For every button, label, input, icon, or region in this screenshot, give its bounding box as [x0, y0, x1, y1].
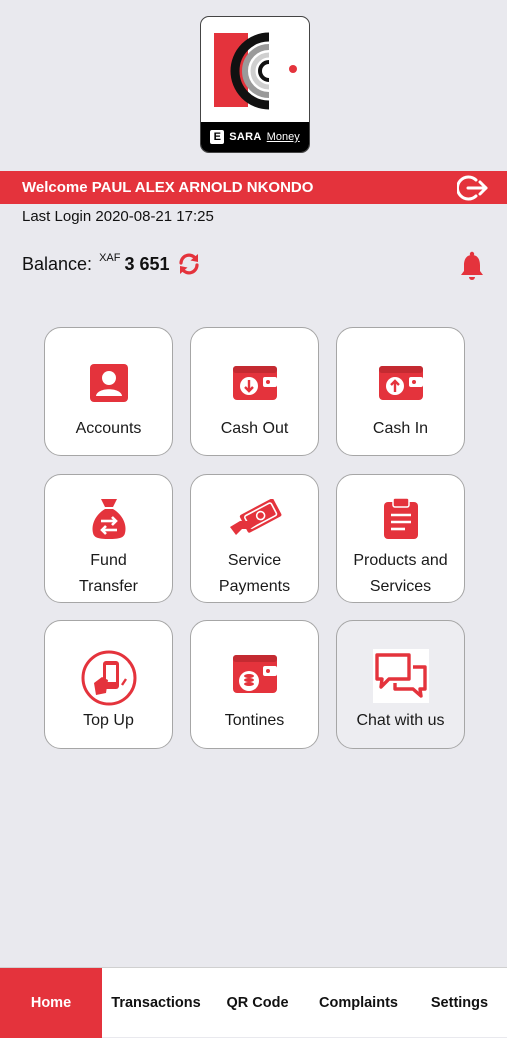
wallet-coins-icon — [232, 655, 277, 693]
welcome-bar: Welcome PAUL ALEX ARNOLD NKONDO — [0, 171, 507, 204]
tile-tontines[interactable]: Tontines — [190, 620, 319, 749]
tile-label: Chat with us — [356, 712, 445, 729]
bottom-nav: Home Transactions QR Code Complaints Set… — [0, 967, 507, 1038]
tile-products-and-services[interactable]: Products and Services — [336, 474, 465, 603]
account-card-icon — [89, 364, 128, 402]
tile-label-line2: Services — [369, 578, 432, 595]
wallet-down-icon — [232, 366, 277, 400]
balance-row: Balance: XAF 3 651 — [22, 252, 201, 276]
clipboard-icon — [383, 497, 418, 539]
hand-cash-icon — [229, 499, 281, 535]
balance-amount: 3 651 — [124, 253, 170, 274]
tile-label-line1: Service — [227, 552, 282, 569]
sara-logo-icon — [214, 32, 297, 110]
tile-cash-in[interactable]: Cash In — [336, 327, 465, 456]
money-bag-transfer-icon — [92, 499, 125, 539]
logout-icon — [456, 175, 488, 201]
app-logo: E SARA Money — [200, 16, 310, 153]
welcome-text: Welcome PAUL ALEX ARNOLD NKONDO — [22, 179, 314, 196]
tile-label-line2: Transfer — [79, 578, 138, 595]
tile-label: Cash Out — [220, 420, 289, 437]
tile-top-up[interactable]: Top Up — [44, 620, 173, 749]
balance-label: Balance: — [22, 253, 93, 274]
tile-cash-out[interactable]: Cash Out — [190, 327, 319, 456]
brand-name-light: Money — [266, 131, 300, 143]
brand-name-bold: SARA — [229, 131, 262, 143]
chat-bubbles-icon — [372, 649, 429, 703]
nav-complaints[interactable]: Complaints — [307, 968, 410, 1038]
tile-label-line1: Fund — [90, 552, 127, 569]
tile-chat-with-us[interactable]: Chat with us — [336, 620, 465, 749]
nav-home[interactable]: Home — [0, 968, 102, 1038]
balance-currency: XAF — [99, 252, 121, 264]
phone-topup-icon — [81, 650, 136, 706]
tile-label: Cash In — [372, 420, 429, 437]
tile-label: Accounts — [75, 420, 142, 437]
last-login-text: Last Login 2020-08-21 17:25 — [22, 208, 214, 225]
tile-accounts[interactable]: Accounts — [44, 327, 173, 456]
refresh-balance-button[interactable] — [177, 252, 201, 276]
tile-label: Top Up — [83, 712, 134, 729]
nav-transactions[interactable]: Transactions — [104, 968, 208, 1038]
logo-band: E SARA Money — [201, 122, 309, 152]
nav-qr-code[interactable]: QR Code — [210, 968, 305, 1038]
refresh-icon — [178, 253, 199, 275]
tile-label-line1: Products and — [353, 552, 448, 569]
tile-label-line2: Payments — [218, 578, 291, 595]
tile-label: Tontines — [224, 712, 285, 729]
notifications-button[interactable] — [459, 251, 485, 281]
tile-fund-transfer[interactable]: Fund Transfer — [44, 474, 173, 603]
tile-service-payments[interactable]: Service Payments — [190, 474, 319, 603]
wallet-up-icon — [378, 366, 423, 400]
nav-settings[interactable]: Settings — [412, 968, 507, 1038]
brand-mark: E — [210, 130, 225, 144]
bell-icon — [461, 251, 483, 280]
logout-button[interactable] — [456, 175, 489, 201]
